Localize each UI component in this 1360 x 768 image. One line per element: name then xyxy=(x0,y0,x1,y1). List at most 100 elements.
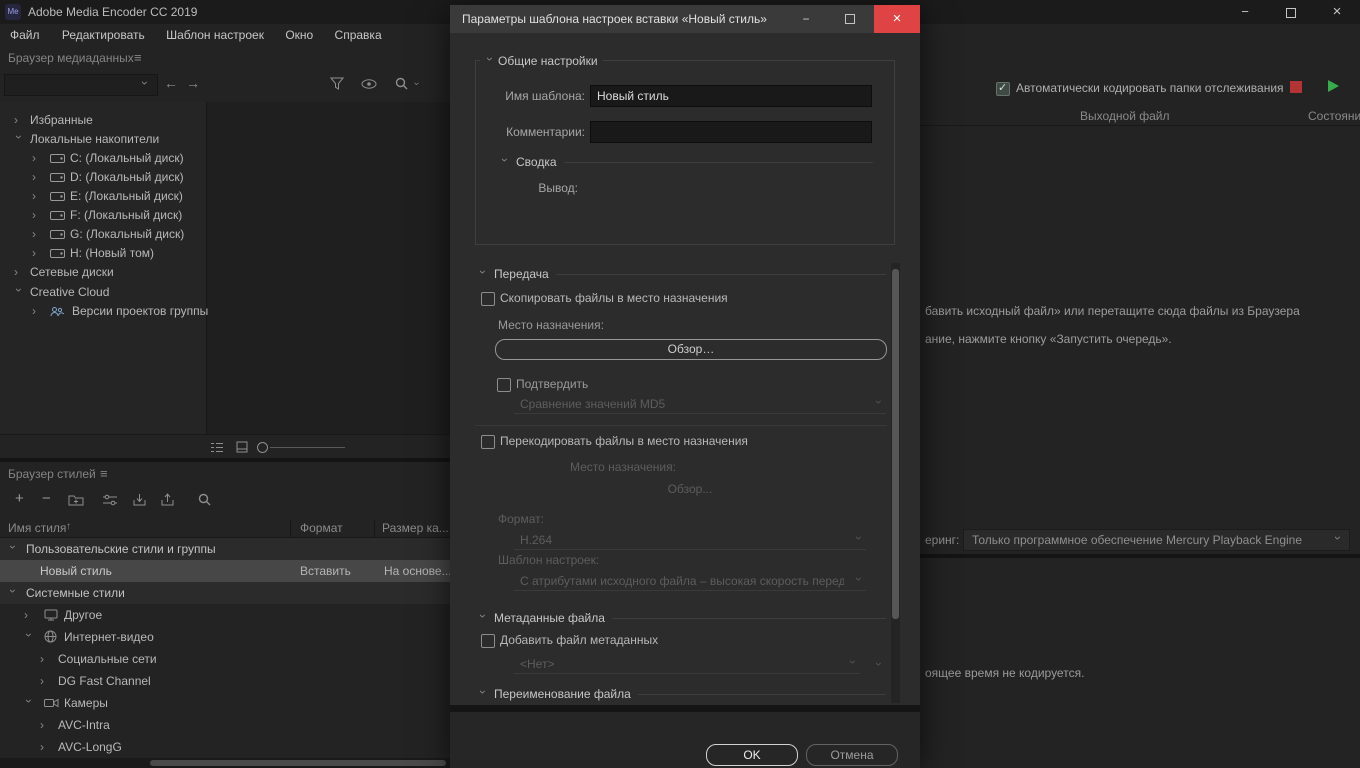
comments-field[interactable] xyxy=(590,121,872,143)
section-transfer[interactable]: Передача xyxy=(478,267,886,281)
chevron-down-icon[interactable] xyxy=(22,633,35,642)
maximize-icon[interactable] xyxy=(1268,0,1314,24)
media-path-dropdown[interactable] xyxy=(4,74,158,96)
tree-item-drive-f[interactable]: F: (Локальный диск) xyxy=(0,206,206,225)
preset-name-input[interactable] xyxy=(591,86,871,106)
copy-files-checkbox[interactable] xyxy=(481,292,495,306)
chevron-down-icon[interactable] xyxy=(6,589,19,598)
preset-row-avc-longg[interactable]: AVC-LongG xyxy=(0,736,450,758)
chevron-right-icon[interactable] xyxy=(14,266,23,279)
transcode-checkbox[interactable] xyxy=(481,435,495,449)
preset-row-dg-fast[interactable]: DG Fast Channel xyxy=(0,670,450,692)
export-preset-icon[interactable] xyxy=(160,493,175,506)
chevron-right-icon[interactable] xyxy=(32,247,41,260)
tree-item-drive-h[interactable]: H: (Новый том) xyxy=(0,244,206,263)
dialog-minimize-icon[interactable] xyxy=(786,5,826,33)
chevron-right-icon[interactable] xyxy=(32,209,41,222)
dialog-scrollbar[interactable] xyxy=(891,263,900,703)
watch-folders-checkbox[interactable] xyxy=(996,82,1010,96)
start-queue-icon[interactable] xyxy=(1326,79,1340,93)
forward-icon[interactable] xyxy=(186,75,200,91)
chevron-down-icon[interactable] xyxy=(12,288,25,297)
search-icon[interactable] xyxy=(395,77,408,90)
preset-row-social[interactable]: Социальные сети xyxy=(0,648,450,670)
tree-item-creative-cloud[interactable]: Creative Cloud xyxy=(0,283,206,302)
new-group-icon[interactable] xyxy=(68,494,84,506)
tree-item-local-drives[interactable]: Локальные накопители xyxy=(0,130,206,149)
preset-settings-icon[interactable] xyxy=(102,494,118,506)
add-metadata-checkbox[interactable] xyxy=(481,634,495,648)
section-general-settings[interactable]: Общие настройки xyxy=(480,54,603,68)
section-rename[interactable]: Переименование файла xyxy=(478,687,886,701)
preset-row-cameras[interactable]: Камеры xyxy=(0,692,450,714)
preset-row-avc-intra[interactable]: AVC-Intra xyxy=(0,714,450,736)
tree-item-drive-d[interactable]: D: (Локальный диск) xyxy=(0,168,206,187)
section-summary[interactable]: Сводка xyxy=(500,155,873,169)
chevron-down-icon[interactable] xyxy=(6,545,19,554)
chevron-right-icon[interactable] xyxy=(32,171,41,184)
preview-eye-icon[interactable] xyxy=(361,79,377,89)
menu-preset[interactable]: Шаблон настроек xyxy=(157,24,273,46)
dialog-maximize-icon[interactable] xyxy=(830,5,870,33)
preset-row-internet-video[interactable]: Интернет-видео xyxy=(0,626,450,648)
ok-button[interactable]: OK xyxy=(706,744,798,766)
column-size[interactable]: Размер ка... xyxy=(382,521,449,535)
remove-preset-icon[interactable] xyxy=(42,490,51,507)
preset-row-user-group[interactable]: Пользовательские стили и группы xyxy=(0,538,450,560)
tree-item-network-drives[interactable]: Сетевые диски xyxy=(0,263,206,282)
chevron-down-icon[interactable] xyxy=(22,699,35,708)
search-icon[interactable] xyxy=(198,493,211,506)
renderer-dropdown[interactable]: Только программное обеспечение Mercury P… xyxy=(963,529,1350,551)
column-format[interactable]: Формат xyxy=(300,521,343,535)
browse-button[interactable]: Обзор… xyxy=(495,339,887,360)
chevron-right-icon[interactable] xyxy=(40,653,49,666)
dialog-close-icon[interactable] xyxy=(874,5,920,33)
zoom-slider-track[interactable] xyxy=(270,447,345,448)
chevron-right-icon[interactable] xyxy=(40,741,49,754)
section-metadata[interactable]: Метаданные файла xyxy=(478,611,886,625)
chevron-right-icon[interactable] xyxy=(32,152,41,165)
menu-help[interactable]: Справка xyxy=(326,24,391,46)
chevron-down-icon[interactable] xyxy=(12,135,25,144)
filter-icon[interactable] xyxy=(330,77,344,90)
comments-input[interactable] xyxy=(591,122,871,142)
add-preset-icon[interactable] xyxy=(15,490,24,507)
cancel-button[interactable]: Отмена xyxy=(806,744,898,766)
verify-dropdown-value: Сравнение значений MD5 xyxy=(520,395,665,413)
chevron-right-icon[interactable] xyxy=(24,609,33,622)
chevron-right-icon[interactable] xyxy=(40,675,49,688)
stop-queue-icon[interactable] xyxy=(1290,81,1302,93)
import-preset-icon[interactable] xyxy=(132,493,147,506)
preset-row-system-group[interactable]: Системные стили xyxy=(0,582,450,604)
menu-edit[interactable]: Редактировать xyxy=(53,24,154,46)
menu-file[interactable]: Файл xyxy=(0,24,50,46)
chevron-right-icon[interactable] xyxy=(32,190,41,203)
chevron-right-icon[interactable] xyxy=(32,228,41,241)
search-chevron-icon[interactable] xyxy=(410,82,423,91)
tree-item-drive-g[interactable]: G: (Локальный диск) xyxy=(0,225,206,244)
tree-item-drive-e[interactable]: E: (Локальный диск) xyxy=(0,187,206,206)
preset-row-new-style[interactable]: Новый стиль Вставить На основе... xyxy=(0,560,450,582)
chevron-right-icon[interactable] xyxy=(40,719,49,732)
preset-name-field[interactable] xyxy=(590,85,872,107)
zoom-slider-knob[interactable] xyxy=(257,442,268,453)
horizontal-scrollbar[interactable] xyxy=(0,758,450,768)
back-icon[interactable] xyxy=(164,75,178,91)
chevron-right-icon[interactable] xyxy=(14,114,23,127)
verify-checkbox[interactable] xyxy=(497,378,511,392)
tree-item-favorites[interactable]: Избранные xyxy=(0,111,206,130)
panel-menu-icon[interactable] xyxy=(134,50,142,65)
minimize-icon[interactable] xyxy=(1222,0,1268,24)
menu-window[interactable]: Окно xyxy=(276,24,322,46)
tree-item-drive-c[interactable]: C: (Локальный диск) xyxy=(0,149,206,168)
list-view-icon[interactable] xyxy=(210,442,224,453)
tree-item-team-projects[interactable]: Версии проектов группы xyxy=(0,302,206,321)
thumbnail-view-icon[interactable] xyxy=(236,441,248,453)
preset-row-other[interactable]: Другое xyxy=(0,604,450,626)
close-icon[interactable] xyxy=(1314,0,1360,24)
scrollbar-thumb[interactable] xyxy=(892,269,899,619)
scrollbar-thumb[interactable] xyxy=(150,760,446,766)
chevron-right-icon[interactable] xyxy=(32,305,41,318)
column-name[interactable]: Имя стиля xyxy=(8,521,66,535)
panel-menu-icon[interactable] xyxy=(100,466,108,481)
